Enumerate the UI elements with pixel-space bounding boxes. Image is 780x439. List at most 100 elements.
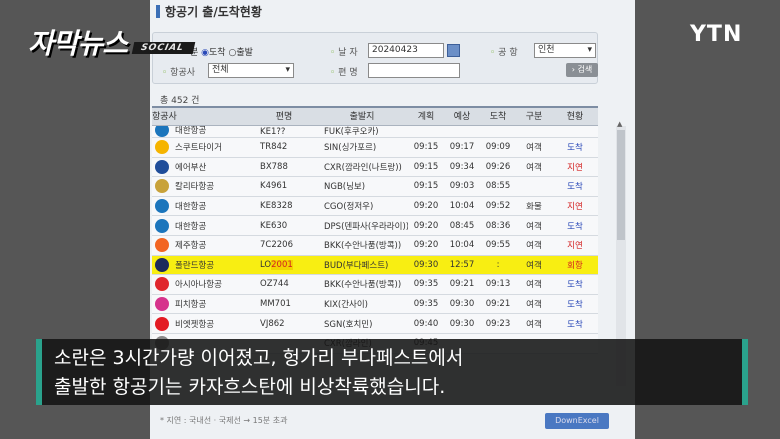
download-excel-button[interactable]: DownExcel: [545, 413, 609, 429]
cell-est: 09:17: [449, 142, 475, 153]
cell-status: 지연: [567, 202, 583, 213]
page-header: 항공기 출/도착현황: [150, 0, 635, 22]
col-origin[interactable]: 출발지: [316, 108, 408, 125]
col-type[interactable]: 구분: [516, 108, 552, 125]
cell-airline: 피치항공: [152, 297, 252, 312]
airline-logo-icon: [155, 316, 169, 331]
col-plan[interactable]: 계획: [408, 108, 444, 125]
cell-est: 12:57: [449, 259, 475, 270]
cell-origin: FUK(후쿠오카): [324, 127, 379, 137]
cell-flight: TR842: [260, 142, 288, 153]
col-est[interactable]: 예상: [444, 108, 480, 125]
cell-origin: KIX(간사이): [324, 300, 368, 311]
col-flight[interactable]: 편명: [252, 108, 316, 125]
cell-flight: 7C2206: [260, 240, 293, 251]
scroll-up-icon[interactable]: ▲: [617, 120, 622, 128]
cell-origin: BKK(수안나품(방콕)): [324, 241, 402, 252]
radio-departure-label: 출발: [236, 48, 253, 58]
cell-airline: 대한항공: [152, 218, 252, 233]
cell-airline: 대한항공: [152, 199, 252, 214]
search-button[interactable]: › 검색: [566, 63, 598, 77]
radio-selected-icon[interactable]: ◉: [201, 48, 209, 58]
cell-status: 도착: [567, 143, 583, 154]
table-row[interactable]: 칼리타항공 K4961 NGB(닝보) 09:15 09:03 08:55 도착: [152, 177, 598, 197]
airline-label: 항공사: [162, 65, 195, 78]
cell-est: 09:03: [449, 181, 475, 192]
cell-est: 10:04: [449, 201, 475, 212]
cell-flight: KE1??: [260, 127, 286, 137]
airline-name: 폴란드항공: [175, 260, 215, 271]
cell-arr: 09:13: [485, 279, 511, 290]
table-row[interactable]: 대한항공 KE8328 CGO(정저우) 09:20 10:04 09:52 화물 지연: [152, 196, 598, 217]
table-body: 대한항공 KE1?? FUK(후쿠오카) 스쿠트타이거 TR842 SIN(싱가포르) 09…: [152, 126, 598, 354]
cell-status: 지연: [567, 241, 583, 252]
airline-select[interactable]: 전체: [208, 63, 294, 78]
cell-plan: 09:35: [413, 279, 439, 290]
cell-plan: 09:15: [413, 181, 439, 192]
cell-arr: :: [496, 259, 500, 270]
scroll-thumb[interactable]: [617, 130, 625, 240]
table-row[interactable]: 제주항공 7C2206 BKK(수안나품(방콕)) 09:20 10:04 09:55 여객…: [152, 235, 598, 256]
cell-origin: SGN(호치민): [324, 319, 373, 330]
cell-flight: KE8328: [260, 201, 293, 212]
flight-field[interactable]: [368, 63, 460, 78]
col-airline[interactable]: 항공사: [152, 108, 252, 125]
table-row[interactable]: 비엣젯항공 VJ862 SGN(호치민) 09:40 09:30 09:23 여객 도착: [152, 314, 598, 334]
airline-name: 대한항공: [175, 126, 207, 136]
table-row[interactable]: 스쿠트타이거 TR842 SIN(싱가포르) 09:15 09:17 09:09 여객 도착: [152, 138, 598, 158]
radio-group[interactable]: 분 ◉도착 ○출발: [190, 45, 253, 58]
cell-status: 도착: [567, 182, 583, 193]
cell-type: 여객: [526, 221, 542, 232]
cell-plan: 09:30: [413, 259, 439, 270]
cell-arr: 09:21: [485, 299, 511, 310]
table-row[interactable]: 아시아나항공 OZ744 BKK(수안나품(방콕)) 09:35 09:21 09:13 여…: [152, 275, 598, 295]
table-row[interactable]: 대한항공 KE630 DPS(덴파사(우라라이)) 09:20 08:45 08:36 여객…: [152, 216, 598, 236]
col-status[interactable]: 현황: [552, 108, 598, 125]
cell-airline: 스쿠트타이거: [152, 140, 252, 155]
airline-logo-icon: [155, 238, 169, 253]
airline-logo-icon: [155, 218, 169, 233]
cell-type: 여객: [526, 280, 542, 291]
cell-airline: 제주항공: [152, 238, 252, 253]
calendar-icon[interactable]: [447, 44, 460, 57]
cell-plan: 09:20: [413, 201, 439, 212]
cell-status: 도착: [567, 221, 583, 232]
airline-logo-icon: [155, 126, 169, 137]
cell-flight: BX788: [260, 161, 288, 172]
page-title: 항공기 출/도착현황: [165, 4, 262, 19]
cell-type: 여객: [526, 143, 542, 154]
flight-label: 편 명: [330, 65, 357, 78]
cell-plan: 09:20: [413, 240, 439, 251]
brand-sub: SOCIAL: [131, 42, 196, 54]
cell-flight: VJ862: [260, 318, 285, 329]
flight-table: 항공사 편명 출발지 계획 예상 도착 구분 현황 대한항공 KE1?? FUK(후…: [152, 106, 598, 354]
cell-arr: 09:55: [485, 240, 511, 251]
brand-main: 자막뉴스: [28, 27, 128, 60]
table-row[interactable]: 폴란드항공 LO2001 BUD(부다페스트) 09:30 12:57: 여객 회항: [152, 255, 598, 276]
search-button-label: 검색: [577, 65, 593, 74]
airline-logo-icon: [155, 297, 169, 312]
airline-name: 스쿠트타이거: [175, 143, 222, 154]
cell-flight: OZ744: [260, 279, 289, 290]
flight-prefix: LO: [260, 259, 272, 270]
radio-arrival-label: 도착: [209, 48, 226, 58]
table-row[interactable]: 에어부산 BX788 CXR(깜라인(나트랑)) 09:15 09:34 09:26 여객 지…: [152, 157, 598, 178]
col-arr[interactable]: 도착: [480, 108, 516, 125]
table-row[interactable]: 피치항공 MM701 KIX(간사이) 09:35 09:30 09:21 여객 도착: [152, 294, 598, 315]
cell-origin: CGO(정저우): [324, 202, 374, 213]
airline-name: 피치항공: [175, 300, 207, 311]
airline-name: 비엣젯항공: [175, 319, 215, 330]
date-field[interactable]: 20240423: [368, 43, 444, 58]
table-row[interactable]: 대한항공 KE1?? FUK(후쿠오카): [152, 126, 598, 138]
airport-select[interactable]: 인천: [534, 43, 596, 58]
cell-est: 09:30: [449, 299, 475, 310]
cell-type: 여객: [526, 162, 542, 173]
airline-logo-icon: [155, 140, 169, 155]
cell-arr: 08:55: [485, 181, 511, 192]
cell-plan: 09:15: [413, 161, 439, 172]
airline-name: 칼리타항공: [175, 182, 215, 193]
cell-arr: 08:36: [485, 220, 511, 231]
cell-flight: K4961: [260, 181, 288, 192]
cell-airline: 에어부산: [152, 159, 252, 174]
cell-est: 08:45: [449, 220, 475, 231]
